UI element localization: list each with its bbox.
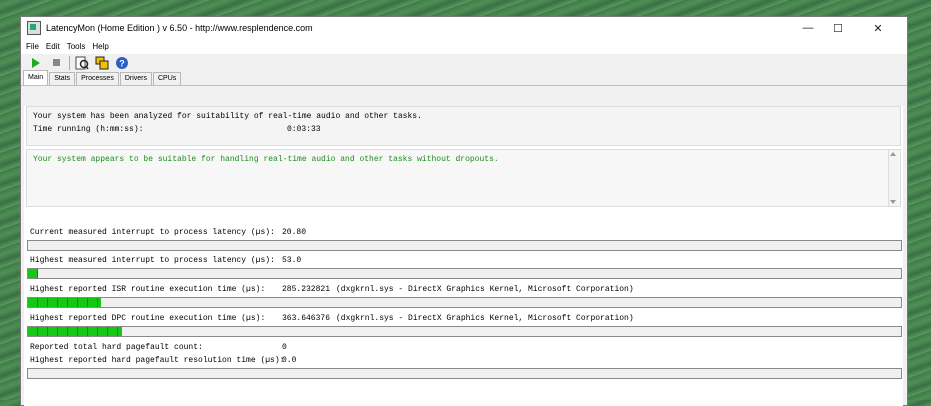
app-icon [27,21,41,35]
window-title: LatencyMon (Home Edition ) v 6.50 - http… [46,23,313,33]
dpc-value: 363.646376 [282,314,331,323]
menu-tools[interactable]: Tools [67,42,86,51]
dpc-label: Highest reported DPC routine execution t… [30,314,266,323]
tab-drivers[interactable]: Drivers [119,72,152,85]
isr-fill [28,298,102,307]
help-icon: ? [116,56,128,69]
scroll-down-icon[interactable] [890,200,896,204]
tab-strip: Main Stats Processes Drivers CPUs [21,70,907,86]
svg-text:?: ? [119,58,125,68]
tab-processes[interactable]: Processes [76,72,119,85]
play-icon [32,57,40,68]
windows-icon [95,56,109,69]
stop-icon [52,59,60,66]
highest-latency-label: Highest measured interrupt to process la… [30,256,275,265]
summary-panel: Your system has been analyzed for suitab… [26,106,901,146]
menu-edit[interactable]: Edit [46,42,60,51]
time-running-label: Time running (h:mm:ss): [33,125,144,134]
dpc-fill [28,327,123,336]
highest-latency-bar [27,268,902,279]
toolbar: ? [21,54,907,71]
dpc-driver: (dxgkrnl.sys - DirectX Graphics Kernel, … [336,314,634,323]
report-button[interactable] [75,56,89,70]
verdict-scrollbar[interactable] [888,150,898,206]
highest-latency-value: 53.0 [282,256,302,265]
highest-latency-fill [28,269,39,278]
pagefault-resolution-label: Highest reported hard pagefault resoluti… [30,356,285,365]
maximize-button[interactable]: ☐ [823,17,853,39]
isr-driver: (dxgkrnl.sys - DirectX Graphics Kernel, … [336,285,634,294]
verdict-panel: Your system appears to be suitable for h… [26,149,901,207]
tab-stats[interactable]: Stats [49,72,76,85]
help-button[interactable]: ? [115,56,129,70]
isr-bar [27,297,902,308]
main-content: Your system has been analyzed for suitab… [24,106,903,406]
isr-value: 285.232821 [282,285,331,294]
dpc-bar [27,326,902,337]
pagefault-bar [27,368,902,379]
menu-file[interactable]: File [26,42,39,51]
isr-label: Highest reported ISR routine execution t… [30,285,266,294]
current-latency-value: 20.80 [282,228,307,237]
verdict-text: Your system appears to be suitable for h… [33,155,499,164]
stop-button[interactable] [49,56,63,70]
menu-bar: File Edit Tools Help [21,39,907,54]
windows-button[interactable] [95,56,109,70]
report-icon [75,56,89,69]
time-running-value: 0:03:33 [287,125,321,134]
current-latency-label: Current measured interrupt to process la… [30,228,275,237]
pagefault-count-value: 0 [282,343,287,352]
pagefault-resolution-value: 0.0 [282,356,297,365]
current-latency-bar [27,240,902,251]
start-button[interactable] [29,56,43,70]
analysis-text: Your system has been analyzed for suitab… [33,112,422,121]
scroll-up-icon[interactable] [890,152,896,156]
close-button[interactable]: ✕ [863,17,893,39]
tab-cpus[interactable]: CPUs [153,72,182,85]
title-bar[interactable]: LatencyMon (Home Edition ) v 6.50 - http… [21,17,907,39]
minimize-button[interactable]: — [793,17,823,39]
latencymon-window: LatencyMon (Home Edition ) v 6.50 - http… [20,16,908,406]
toolbar-separator [69,55,70,70]
pagefault-count-label: Reported total hard pagefault count: [30,343,203,352]
tab-main[interactable]: Main [23,70,49,85]
menu-help[interactable]: Help [92,42,108,51]
